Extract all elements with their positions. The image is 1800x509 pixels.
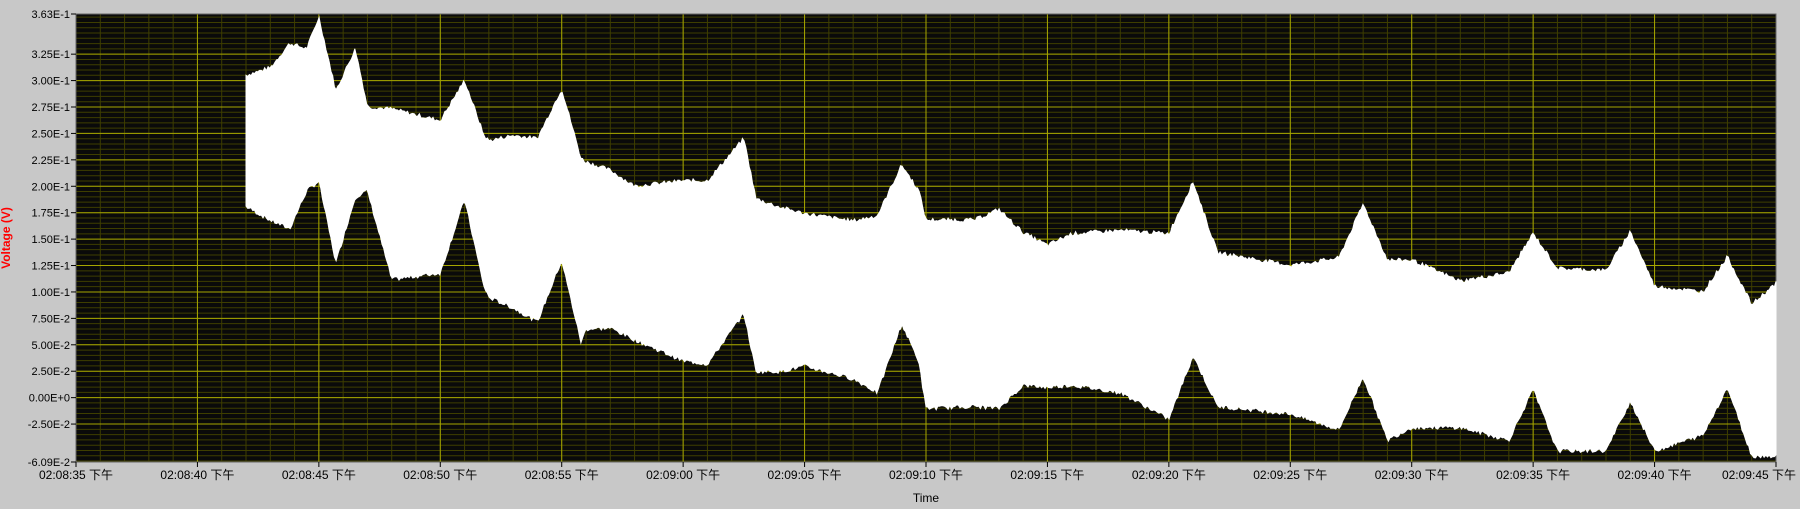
y-tick-label: 3.00E-1 [31, 76, 70, 88]
y-tick-label: 5.00E-2 [31, 340, 70, 352]
x-tick-label: 02:09:10 下午 [889, 468, 963, 482]
y-tick-label: 1.75E-1 [31, 208, 70, 220]
x-tick-label: 02:09:25 下午 [1253, 468, 1327, 482]
x-axis-label: Time [913, 491, 940, 504]
x-tick-label: 02:09:00 下午 [646, 468, 720, 482]
y-tick-label: 0.00E+0 [29, 393, 70, 405]
y-tick-label: 3.25E-1 [31, 49, 70, 61]
y-tick-label: 2.50E-2 [31, 366, 70, 378]
x-tick-label: 02:08:35 下午 [39, 468, 113, 482]
y-tick-label: 2.25E-1 [31, 155, 70, 167]
x-tick-label: 02:08:40 下午 [160, 468, 234, 482]
y-tick-label: 1.00E-1 [31, 287, 70, 299]
x-tick-label: 02:09:35 下午 [1496, 468, 1570, 482]
x-tick-label: 02:08:45 下午 [282, 468, 356, 482]
y-tick-label: 1.50E-1 [31, 234, 70, 246]
y-axis: 3.63E-1 3.25E-1 3.00E-1 2.75E-1 2.50E-1 2.25E… [28, 9, 76, 469]
x-tick-label: 02:08:55 下午 [525, 468, 599, 482]
x-tick-label: 02:09:15 下午 [1010, 468, 1084, 482]
y-tick-label: 2.75E-1 [31, 102, 70, 114]
y-tick-label: 2.00E-1 [31, 181, 70, 193]
x-tick-label: 02:09:30 下午 [1375, 468, 1449, 482]
x-tick-label: 02:09:45 下午 [1722, 468, 1796, 482]
y-tick-label: 2.50E-1 [31, 128, 70, 140]
x-axis: 02:08:35 下午 02:08:40 下午 02:08:45 下午 02:08:5… [39, 462, 1796, 482]
x-tick-label: 02:09:20 下午 [1132, 468, 1206, 482]
chart-svg: 3.63E-1 3.25E-1 3.00E-1 2.75E-1 2.50E-1 2.25E… [0, 9, 1796, 505]
y-tick-label: 7.50E-2 [31, 313, 70, 325]
x-tick-label: 02:09:40 下午 [1618, 468, 1692, 482]
y-tick-label: 1.25E-1 [31, 261, 70, 273]
y-tick-label: -2.50E-2 [28, 419, 70, 431]
x-tick-label: 02:09:05 下午 [768, 468, 842, 482]
voltage-chart: 3.63E-1 3.25E-1 3.00E-1 2.75E-1 2.50E-1 2.25E… [0, 0, 1800, 505]
y-tick-label: 3.63E-1 [31, 9, 70, 21]
x-tick-label: 02:08:50 下午 [403, 468, 477, 482]
y-axis-label: Voltage (V) [0, 207, 13, 269]
